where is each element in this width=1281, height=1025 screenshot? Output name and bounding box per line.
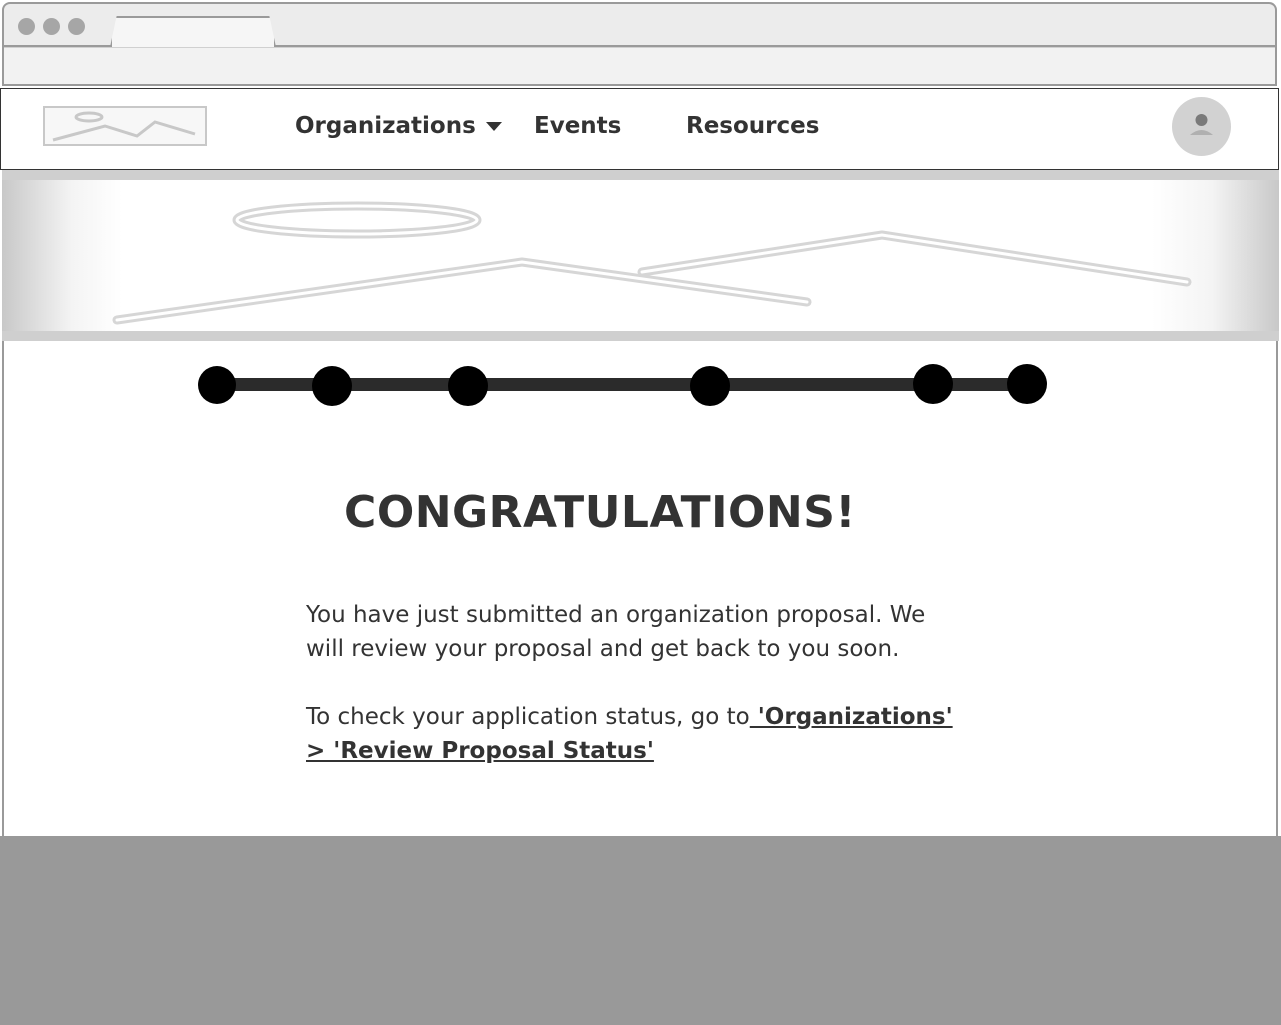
- page-title: CONGRATULATIONS!: [344, 487, 856, 538]
- progress-step-2[interactable]: [312, 366, 352, 406]
- status-instructions: To check your application status, go to …: [306, 700, 966, 768]
- status-instructions-text: To check your application status, go to: [306, 704, 750, 730]
- top-navbar: Organizations Events Resources: [0, 88, 1279, 170]
- nav-item-resources-label: Resources: [686, 113, 820, 139]
- progress-step-6[interactable]: [1007, 364, 1047, 404]
- nav-item-events[interactable]: Events: [534, 113, 621, 139]
- content-frame-right-border: [1276, 341, 1278, 836]
- window-controls: [18, 18, 85, 35]
- page-footer: [0, 836, 1281, 1025]
- maximize-window-dot-icon[interactable]: [68, 18, 85, 35]
- close-window-dot-icon[interactable]: [18, 18, 35, 35]
- logo-image-icon: [52, 111, 196, 142]
- submission-message: You have just submitted an organization …: [306, 602, 926, 662]
- progress-step-5[interactable]: [913, 364, 953, 404]
- avatar-silhouette-icon: [1190, 114, 1213, 135]
- nav-item-organizations-label: Organizations: [295, 113, 476, 139]
- content-frame-left-border: [2, 341, 4, 836]
- address-bar[interactable]: [4, 47, 1275, 84]
- user-avatar-icon[interactable]: [1172, 97, 1231, 156]
- progress-step-3[interactable]: [448, 366, 488, 406]
- nav-item-resources[interactable]: Resources: [686, 113, 819, 139]
- nav-item-organizations[interactable]: Organizations: [295, 113, 502, 139]
- hero-placeholder-image-icon: [112, 201, 1192, 325]
- progress-step-1[interactable]: [198, 366, 236, 404]
- browser-tab[interactable]: [110, 16, 276, 47]
- hero-banner-image: [2, 170, 1279, 341]
- nav-item-events-label: Events: [534, 113, 622, 139]
- progress-step-4[interactable]: [690, 366, 730, 406]
- logo-placeholder-image-icon[interactable]: [43, 106, 207, 146]
- minimize-window-dot-icon[interactable]: [43, 18, 60, 35]
- chevron-down-icon[interactable]: [485, 121, 502, 131]
- browser-window-chrome: [2, 2, 1277, 86]
